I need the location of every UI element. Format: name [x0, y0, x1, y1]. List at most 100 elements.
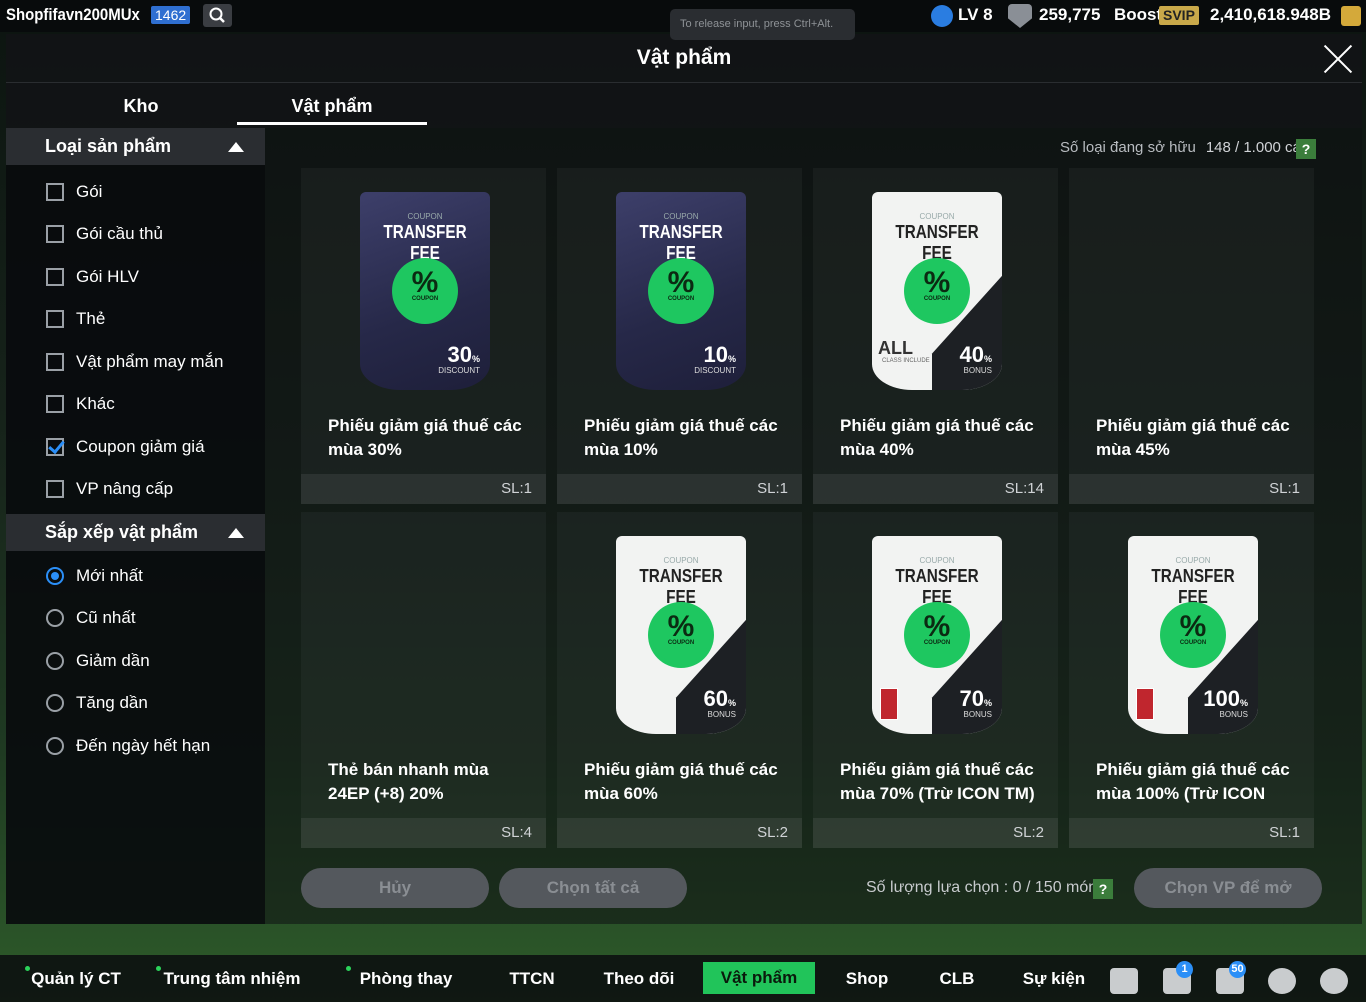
- item-name: Phiếu giảm giá thuế các mùa 40%: [840, 416, 1034, 459]
- filter-option[interactable]: Khác: [46, 392, 115, 416]
- item-card[interactable]: Thẻ bán nhanh mùa 24EP (+8) 20% SL:4: [301, 512, 546, 848]
- search-button[interactable]: [203, 4, 232, 27]
- coupon-title: TRANSFER FEE: [895, 566, 979, 607]
- coupon-image: COUPON TRANSFER FEE% COUPON 60% BONUS: [616, 536, 746, 734]
- item-card[interactable]: COUPON TRANSFER FEE% COUPON 40% BONUS ALL CLAS…: [813, 168, 1058, 504]
- svip-badge: SVIP: [1159, 6, 1199, 25]
- bottom-nav-item[interactable]: Quản lý CT: [26, 955, 126, 1002]
- sort-option-label: Đến ngày hết hạn: [76, 736, 211, 755]
- filter-option-label: Vật phẩm may mắn: [76, 352, 224, 371]
- notification-dot: [25, 966, 30, 971]
- product-type-header[interactable]: Loại sản phẩm: [6, 128, 265, 165]
- filter-option[interactable]: VP nâng cấp: [46, 477, 173, 501]
- coupon-subtitle: BONUS: [963, 366, 992, 375]
- checkbox[interactable]: [46, 438, 64, 456]
- radio-button[interactable]: [46, 652, 64, 670]
- coupon-subtitle: BONUS: [707, 710, 736, 719]
- checkbox[interactable]: [46, 395, 64, 413]
- coupon-percent-value: 10: [703, 342, 728, 367]
- filter-option[interactable]: Gói HLV: [46, 265, 139, 289]
- item-quantity: SL:14: [813, 474, 1058, 504]
- filter-option[interactable]: Gói cầu thủ: [46, 222, 163, 246]
- filter-option-label: Thẻ: [76, 309, 106, 328]
- bottom-nav-item[interactable]: Shop: [835, 955, 899, 1002]
- checkbox[interactable]: [46, 183, 64, 201]
- sort-option-label: Cũ nhất: [76, 608, 136, 627]
- owned-help-button[interactable]: ?: [1296, 139, 1316, 159]
- badge-coupon-label: COUPON: [923, 640, 951, 646]
- coupon-label: COUPON: [1175, 556, 1211, 565]
- item-card[interactable]: COUPON TRANSFER FEE% COUPON 60% BONUS Phiếu g…: [557, 512, 802, 848]
- coupon-percent: 70%: [960, 686, 993, 712]
- coupon-label: COUPON: [919, 212, 955, 221]
- coupon-percent: 100%: [1203, 686, 1248, 712]
- coupon-image: COUPON TRANSFER FEE% COUPON 10% DISCOUNT: [616, 192, 746, 390]
- checkbox[interactable]: [46, 480, 64, 498]
- page-title: Vật phẩm: [636, 46, 732, 69]
- coin-amount: 259,775: [1039, 5, 1101, 24]
- filter-option-label: Gói cầu thủ: [76, 224, 163, 243]
- selection-count: Số lượng lựa chọn : 0 / 150 món: [866, 879, 1098, 896]
- sort-option[interactable]: Cũ nhất: [46, 606, 136, 630]
- boost-label: Boost: [1114, 5, 1163, 24]
- bottom-nav-item[interactable]: Trung tâm nhiệm vụ: [157, 955, 307, 1002]
- chat-icon[interactable]: [1110, 968, 1138, 994]
- checkbox[interactable]: [46, 310, 64, 328]
- coupon-subtitle: BONUS: [1219, 710, 1248, 719]
- open-selected-button[interactable]: Chọn VP để mở: [1134, 868, 1322, 908]
- selection-help-button[interactable]: ?: [1093, 879, 1113, 899]
- coupon-subtitle: BONUS: [963, 710, 992, 719]
- radio-button[interactable]: [46, 609, 64, 627]
- filter-option-label: VP nâng cấp: [76, 479, 174, 498]
- checkbox[interactable]: [46, 353, 64, 371]
- item-card[interactable]: Phiếu giảm giá thuế các mùa 45% SL:1: [1069, 168, 1314, 504]
- item-card[interactable]: COUPON TRANSFER FEE% COUPON 70% BONUS Phiếu g…: [813, 512, 1058, 848]
- bottom-nav-item[interactable]: Vật phẩm: [703, 962, 815, 994]
- notification-badge: 1: [1176, 961, 1193, 978]
- coin-icon: [1008, 4, 1032, 28]
- coupon-image: COUPON TRANSFER FEE% COUPON 30% DISCOUNT: [360, 192, 490, 390]
- tab-kho[interactable]: Kho: [46, 83, 236, 125]
- coupon-subtitle: DISCOUNT: [694, 366, 736, 375]
- bottom-nav-item[interactable]: Theo dõi: [599, 955, 679, 1002]
- coupon-title: TRANSFER FEE: [1151, 566, 1235, 607]
- owned-count: Số loại đang sở hữu 148 / 1.000 cái: [1060, 139, 1304, 156]
- percent-badge-icon: % COUPON: [908, 606, 966, 664]
- item-card[interactable]: COUPON TRANSFER FEE% COUPON 30% DISCOUNT Phiế…: [301, 168, 546, 504]
- sort-option[interactable]: Giảm dần: [46, 649, 150, 673]
- radio-button[interactable]: [46, 737, 64, 755]
- filter-option[interactable]: Thẻ: [46, 307, 105, 331]
- sort-option[interactable]: Mới nhất: [46, 564, 143, 588]
- close-button[interactable]: [1322, 44, 1354, 76]
- item-card[interactable]: COUPON TRANSFER FEE% COUPON 10% DISCOUNT Phiế…: [557, 168, 802, 504]
- sort-header[interactable]: Sắp xếp vật phẩm: [6, 514, 265, 551]
- settings-icon[interactable]: [1320, 968, 1348, 994]
- bottom-nav-item[interactable]: Sự kiện: [1015, 955, 1093, 1002]
- item-card[interactable]: COUPON TRANSFER FEE% COUPON 100% BONUS Phiếu …: [1069, 512, 1314, 848]
- radio-button[interactable]: [46, 694, 64, 712]
- sort-header-label: Sắp xếp vật phẩm: [45, 522, 199, 542]
- radio-button[interactable]: [46, 567, 64, 585]
- bp-icon: [1341, 6, 1361, 26]
- tab-vat-pham[interactable]: Vật phẩm: [237, 83, 427, 125]
- sort-option[interactable]: Tăng dần: [46, 691, 148, 715]
- coupon-percent-sign: %: [983, 354, 992, 364]
- sort-option[interactable]: Đến ngày hết hạn: [46, 734, 210, 758]
- filter-option[interactable]: Coupon giảm giá: [46, 435, 205, 459]
- tooltip: To release input, press Ctrl+Alt.: [670, 9, 855, 40]
- filter-option[interactable]: Vật phẩm may mắn: [46, 350, 223, 374]
- checkbox[interactable]: [46, 225, 64, 243]
- bottom-nav-item[interactable]: Phòng thay đồ: [347, 955, 465, 1002]
- percent-badge-icon: % COUPON: [652, 262, 710, 320]
- percent-badge-icon: % COUPON: [396, 262, 454, 320]
- bottom-nav-item[interactable]: CLB: [930, 955, 984, 1002]
- cancel-button[interactable]: Hủy: [301, 868, 489, 908]
- coupon-image: COUPON TRANSFER FEE% COUPON 40% BONUS ALL CLAS…: [872, 192, 1002, 390]
- coupon-percent-value: 60: [703, 686, 728, 711]
- select-all-button[interactable]: Chọn tất cả: [499, 868, 687, 908]
- item-name: Phiếu giảm giá thuế các mùa 70% (Trừ ICO…: [840, 760, 1035, 803]
- profile-icon[interactable]: [1268, 968, 1296, 994]
- bottom-nav-item[interactable]: TTCN: [500, 955, 564, 1002]
- filter-option[interactable]: Gói: [46, 180, 102, 204]
- checkbox[interactable]: [46, 268, 64, 286]
